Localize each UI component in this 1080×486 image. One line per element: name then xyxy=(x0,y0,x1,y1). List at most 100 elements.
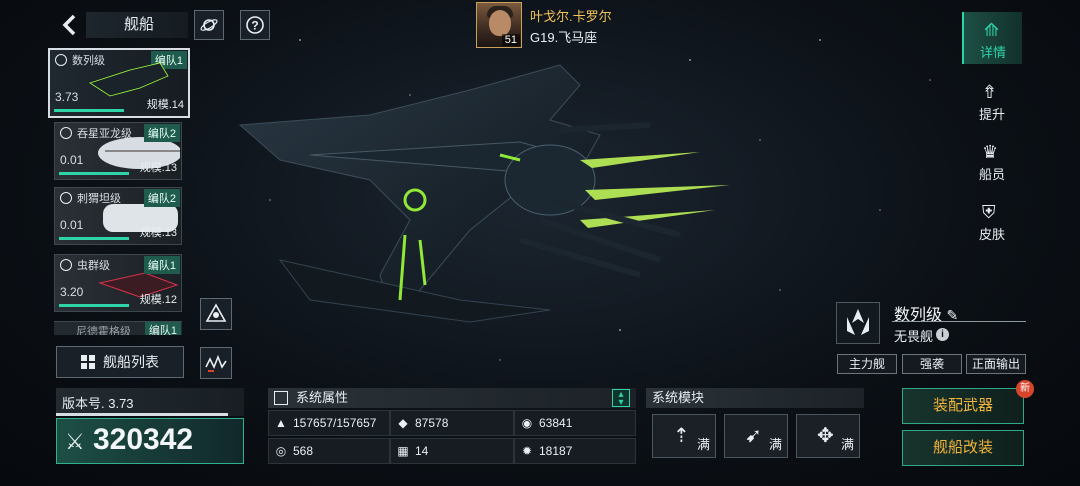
planet-button[interactable] xyxy=(194,10,224,40)
ship-list-item[interactable]: 刺猬坦级 编队2 0.01 规模.13 xyxy=(54,187,182,245)
system-attributes-title: 系统属性 xyxy=(296,390,349,405)
ship-list-button[interactable]: 舰船列表 xyxy=(56,346,184,378)
grid-icon xyxy=(81,355,95,369)
commander-name: 叶戈尔.卡罗尔 xyxy=(530,9,612,24)
divider xyxy=(892,321,1026,322)
ship-tag: 主力舰 xyxy=(837,354,897,374)
stat-value: 87578 xyxy=(415,416,449,430)
tab-crew-label: 船员 xyxy=(978,167,1005,182)
system-modules-panel: 系统模块 ⇡ 满 ➹ 满 ✥ 满 xyxy=(646,388,864,466)
tab-skin[interactable]: ⛨ 皮肤 xyxy=(962,194,1022,246)
details-icon: ⟰ xyxy=(984,20,1000,40)
module-slot[interactable]: ⇡ 满 xyxy=(652,414,716,458)
ship-class-icon xyxy=(60,192,72,204)
version-label: 版本号. 3.73 xyxy=(62,396,134,411)
ship-list-item[interactable]: 虫群级 编队1 3.20 规模.12 xyxy=(54,254,182,312)
fleet-formation-icon xyxy=(205,303,227,322)
system-modules-title: 系统模块 xyxy=(646,388,864,408)
ship-list-scale: 规模.12 xyxy=(139,294,177,306)
ship-tag: 强袭 xyxy=(902,354,962,374)
ship-tag: 正面输出 xyxy=(966,354,1026,374)
speed-icon: ◎ xyxy=(275,444,287,458)
module-slot[interactable]: ✥ 满 xyxy=(796,414,860,458)
info-icon[interactable]: i xyxy=(936,328,949,341)
tab-details-label: 详情 xyxy=(979,45,1006,60)
ship-list-item[interactable]: 吞星亚龙级 编队2 0.01 规模.13 xyxy=(54,122,182,180)
power-value: 320342 xyxy=(93,423,194,456)
tab-details[interactable]: ⟰ 详情 xyxy=(962,12,1022,64)
shield-icon: ◉ xyxy=(521,416,533,430)
ship-list-level: 0.01 xyxy=(60,218,84,232)
ship-list-progress xyxy=(59,304,129,307)
module-status: 满 xyxy=(840,437,854,452)
ship-list-name: 尼德霍格级 xyxy=(76,326,131,335)
crew-icon: ♛ xyxy=(982,142,999,162)
ship-list-scale: 规模.13 xyxy=(139,227,177,239)
ship-list-progress xyxy=(59,172,129,175)
right-nav: ⟰ 详情 ⇮ 提升 ♛ 船员 ⛨ 皮肤 xyxy=(962,12,1022,248)
stat-cell: ▦ 14 xyxy=(390,438,514,464)
ship-list-level: 0.01 xyxy=(60,153,84,167)
fleet-badge: 编队1 xyxy=(143,256,180,274)
energy-icon: ◆ xyxy=(398,416,408,430)
planet-icon xyxy=(200,19,218,31)
ship-list-name: 吞星亚龙级 xyxy=(77,128,132,140)
tab-upgrade[interactable]: ⇮ 提升 xyxy=(962,74,1022,126)
fleet-badge: 编队2 xyxy=(143,189,180,207)
expand-toggle-icon[interactable]: ▴ ▾ xyxy=(612,389,630,408)
equip-weapons-button[interactable]: 装配武器 xyxy=(902,388,1024,424)
fleet-formation-button[interactable] xyxy=(200,298,232,330)
tab-skin-label: 皮肤 xyxy=(978,227,1005,242)
grapple-module-icon: ✥ xyxy=(817,425,834,447)
commander-avatar[interactable]: 51 xyxy=(476,2,522,48)
stat-value: 14 xyxy=(415,444,429,458)
ship-list-scale: 规模.13 xyxy=(139,162,177,174)
stat-value: 568 xyxy=(293,444,314,458)
attributes-icon xyxy=(274,391,288,405)
commander-level: 51 xyxy=(501,34,520,46)
stat-cell: ▲ 157657/157657 xyxy=(268,410,390,436)
tab-crew[interactable]: ♛ 船员 xyxy=(962,134,1022,186)
ship-list-scale: 规模.14 xyxy=(146,99,184,111)
module-slot[interactable]: ➹ 满 xyxy=(724,414,788,458)
ship-modify-button[interactable]: 舰船改装 xyxy=(902,430,1024,466)
help-icon: ? xyxy=(246,16,264,34)
ship-list-item[interactable]: 数列级 编队1 3.73 规模.14 xyxy=(48,48,190,118)
module-status: 满 xyxy=(696,437,710,452)
ship-class-icon xyxy=(55,54,67,66)
ship-render xyxy=(238,64,730,323)
upgrade-icon: ⇮ xyxy=(982,82,998,102)
fleet-stats-button[interactable] xyxy=(200,347,232,379)
stat-cell: ◆ 87578 xyxy=(390,410,514,436)
stat-cell: ✹ 18187 xyxy=(514,438,636,464)
ship-list-level: 3.20 xyxy=(60,285,84,299)
warp-icon: ▦ xyxy=(397,444,409,458)
avatar-face xyxy=(489,10,511,36)
skin-icon: ⛨ xyxy=(982,202,996,222)
rocket-module-icon: ⇡ xyxy=(673,425,690,447)
ship-list-item[interactable]: 尼德霍格级 编队1 xyxy=(54,321,182,335)
armor-icon: ▲ xyxy=(275,416,287,430)
ship-list-level: 3.73 xyxy=(55,90,79,104)
stat-value: 18187 xyxy=(539,444,573,458)
stat-value: 63841 xyxy=(539,416,573,430)
fleet-badge: 编队2 xyxy=(143,124,180,142)
ship-hull xyxy=(238,64,601,323)
crossed-swords-icon: ⚔ xyxy=(65,429,85,454)
help-glyph: ? xyxy=(251,19,258,33)
help-button[interactable]: ? xyxy=(240,10,270,40)
damage-icon: ✹ xyxy=(521,444,533,458)
module-status: 满 xyxy=(768,437,782,452)
ship-class-icon xyxy=(60,259,72,271)
ship-list-progress xyxy=(54,109,124,112)
tab-upgrade-label: 提升 xyxy=(978,107,1005,122)
ship-emblem xyxy=(836,302,880,344)
missile-module-icon: ➹ xyxy=(745,425,762,447)
system-attributes-header: 系统属性 ▴ ▾ xyxy=(268,388,636,408)
ship-list-button-label: 舰船列表 xyxy=(103,354,159,370)
back-button[interactable] xyxy=(58,12,82,38)
commander-location: G19.飞马座 xyxy=(530,30,598,45)
ship-thumbnail xyxy=(89,62,169,97)
ship-class: 无畏舰 xyxy=(894,329,934,344)
ship-class-icon xyxy=(60,127,72,139)
